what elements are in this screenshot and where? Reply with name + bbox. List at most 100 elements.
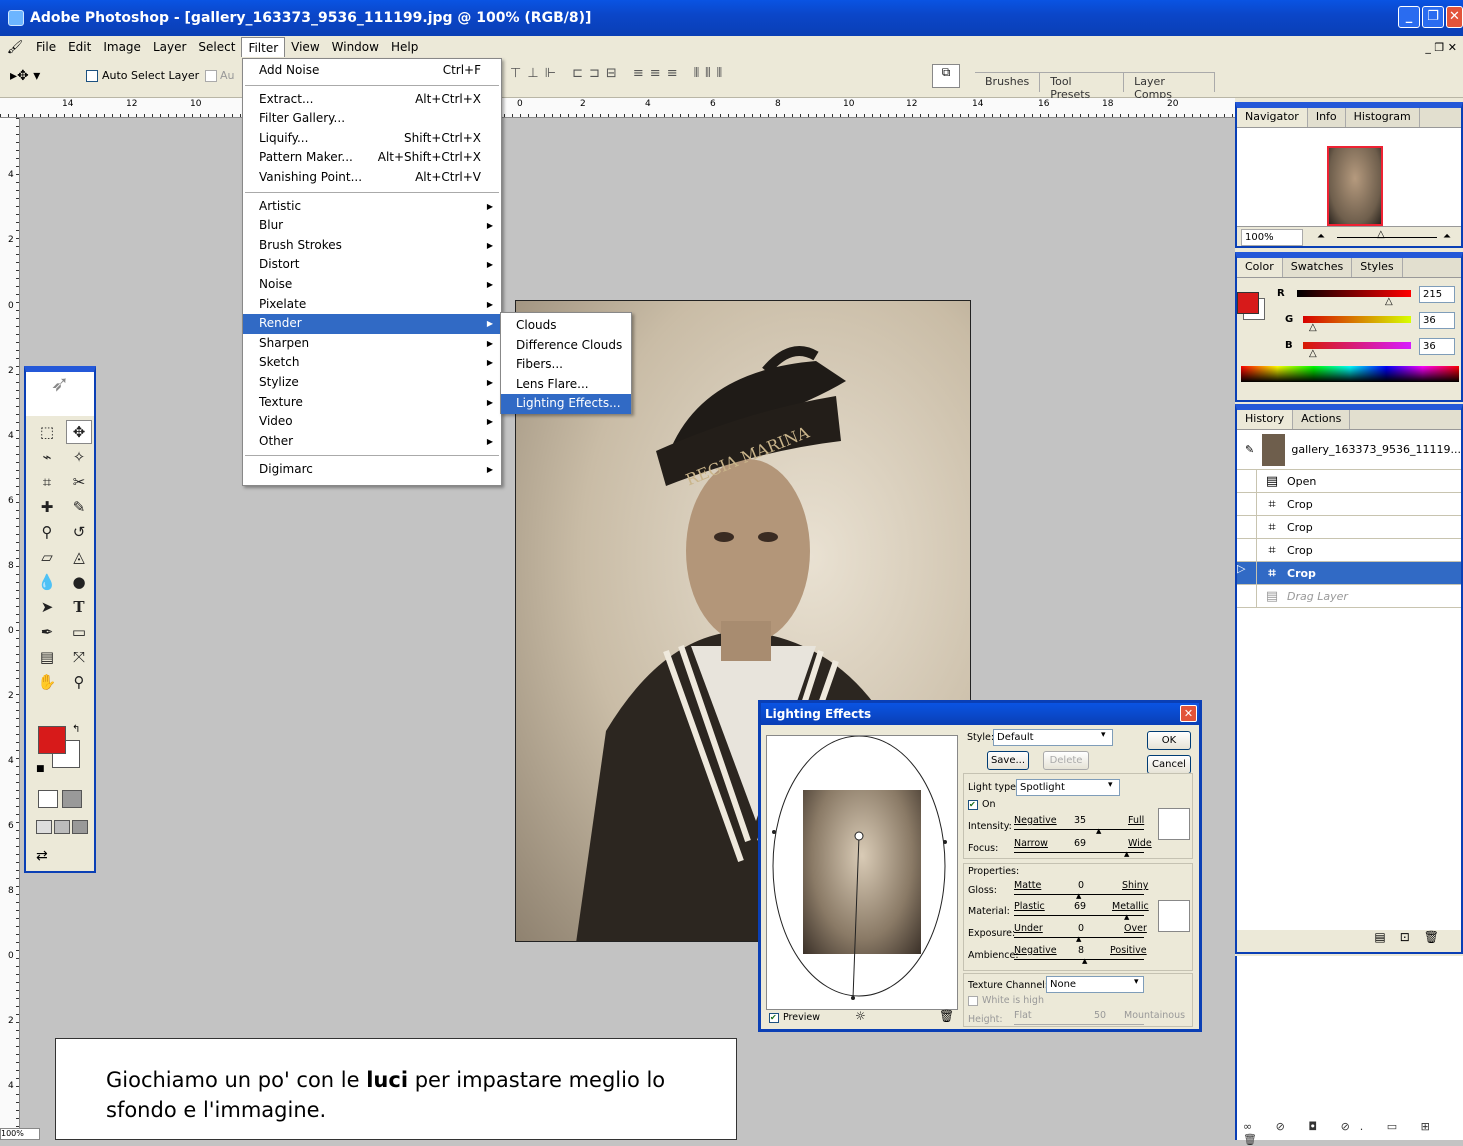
texture-dropdown-icon[interactable]: ▾ bbox=[1134, 977, 1139, 987]
tab-histogram[interactable]: Histogram bbox=[1346, 108, 1420, 127]
hand-tool-icon[interactable]: ✋ bbox=[34, 670, 60, 694]
palette-well-icon[interactable]: ⧉ bbox=[932, 64, 960, 88]
light-type-dropdown-icon[interactable]: ▾ bbox=[1108, 780, 1113, 790]
default-colors-icon[interactable]: ■ bbox=[36, 764, 45, 774]
tab-navigator[interactable]: Navigator bbox=[1237, 108, 1308, 127]
white-is-high-checkbox[interactable] bbox=[968, 996, 978, 1006]
delete-style-button[interactable]: Delete bbox=[1043, 751, 1089, 770]
menu-layer[interactable]: Layer bbox=[147, 37, 192, 57]
menu-item-sketch[interactable]: Sketch ▶ bbox=[243, 353, 501, 373]
new-light-icon[interactable]: ☼ bbox=[855, 1009, 866, 1023]
eyedropper-icon[interactable]: ⤧ bbox=[66, 645, 92, 669]
focus-thumb[interactable]: ▲ bbox=[1124, 850, 1129, 858]
ok-button[interactable]: OK bbox=[1147, 731, 1191, 750]
material-thumb[interactable]: ▲ bbox=[1124, 913, 1129, 921]
light-type-select[interactable]: Spotlight bbox=[1016, 779, 1120, 796]
menu-item-pixelate[interactable]: Pixelate ▶ bbox=[243, 295, 501, 315]
tab-actions[interactable]: Actions bbox=[1293, 410, 1351, 429]
crop-tool-icon[interactable]: ⌗ bbox=[34, 470, 60, 494]
r-value-field[interactable]: 215 bbox=[1419, 286, 1455, 303]
menu-item-blur[interactable]: Blur ▶ bbox=[243, 216, 501, 236]
shape-tool-icon[interactable]: ▭ bbox=[66, 620, 92, 644]
history-item-crop-4[interactable]: ▷ ⌗ Crop bbox=[1237, 562, 1461, 585]
menu-item-clouds[interactable]: Clouds bbox=[501, 316, 631, 336]
menu-edit[interactable]: Edit bbox=[62, 37, 97, 57]
ambience-slider[interactable] bbox=[1014, 959, 1144, 960]
height-slider[interactable] bbox=[1014, 1024, 1144, 1025]
move-tool-preset-icon[interactable]: ▸✥ ▾ bbox=[10, 68, 70, 88]
menu-select[interactable]: Select bbox=[192, 37, 241, 57]
history-item-crop-1[interactable]: ⌗ Crop bbox=[1237, 493, 1461, 516]
gloss-thumb[interactable]: ▲ bbox=[1076, 892, 1081, 900]
path-selection-icon[interactable]: ➤ bbox=[34, 595, 60, 619]
menu-item-stylize[interactable]: Stylize ▶ bbox=[243, 373, 501, 393]
zoom-field[interactable]: 100% bbox=[1241, 229, 1303, 246]
ambience-thumb[interactable]: ▲ bbox=[1082, 957, 1087, 965]
zoom-out-icon[interactable]: ⏶ bbox=[1317, 231, 1325, 242]
menu-item-render[interactable]: Render ▶ bbox=[243, 314, 501, 334]
light-on-checkbox[interactable]: ✔ bbox=[968, 800, 978, 810]
history-footer-icons[interactable]: ▤⊡🗑 bbox=[1237, 930, 1461, 952]
paint-bucket-icon[interactable]: ◬ bbox=[66, 545, 92, 569]
save-style-button[interactable]: Save... bbox=[987, 751, 1029, 770]
navigator-thumbnail[interactable] bbox=[1327, 146, 1383, 226]
notes-tool-icon[interactable]: ▤ bbox=[34, 645, 60, 669]
g-slider-thumb[interactable]: △ bbox=[1309, 322, 1317, 333]
pen-tool-icon[interactable]: ✒ bbox=[34, 620, 60, 644]
tab-color[interactable]: Color bbox=[1237, 258, 1283, 277]
blur-tool-icon[interactable]: 💧 bbox=[34, 570, 60, 594]
menu-item-video[interactable]: Video ▶ bbox=[243, 412, 501, 432]
b-slider[interactable] bbox=[1303, 342, 1411, 349]
history-item-drag-layer[interactable]: ▤ Drag Layer bbox=[1237, 585, 1461, 608]
menu-help[interactable]: Help bbox=[385, 37, 424, 57]
minimize-button[interactable]: _ bbox=[1398, 6, 1420, 28]
light-color-swatch[interactable] bbox=[1158, 808, 1190, 840]
menu-item-distort[interactable]: Distort ▶ bbox=[243, 255, 501, 275]
history-snapshot[interactable]: gallery_163373_9536_11119... bbox=[1291, 443, 1461, 456]
exposure-thumb[interactable]: ▲ bbox=[1076, 935, 1081, 943]
menu-item-lighting-effects[interactable]: Lighting Effects... bbox=[501, 394, 631, 414]
brush-tool-icon[interactable]: ✎ bbox=[66, 495, 92, 519]
zoom-in-icon[interactable]: ⏶ bbox=[1443, 231, 1451, 242]
lasso-tool-icon[interactable]: ⌁ bbox=[34, 445, 60, 469]
jump-to-imageready-icon[interactable]: ⇄ bbox=[36, 848, 48, 864]
type-tool-icon[interactable]: T bbox=[66, 595, 92, 619]
menu-item-extract[interactable]: Extract... Alt+Ctrl+X bbox=[243, 90, 501, 110]
standard-mode-icon[interactable] bbox=[38, 790, 58, 808]
quick-mask-icon[interactable] bbox=[62, 790, 82, 808]
menu-item-vanishing-point[interactable]: Vanishing Point... Alt+Ctrl+V bbox=[243, 168, 501, 188]
foreground-color-swatch[interactable] bbox=[38, 726, 66, 754]
dodge-tool-icon[interactable]: ● bbox=[66, 570, 92, 594]
restore-button[interactable]: ❐ bbox=[1422, 6, 1444, 28]
healing-brush-icon[interactable]: ✚ bbox=[34, 495, 60, 519]
style-dropdown-icon[interactable]: ▾ bbox=[1101, 730, 1106, 740]
menu-item-fibers[interactable]: Fibers... bbox=[501, 355, 631, 375]
zoom-tool-icon[interactable]: ⚲ bbox=[66, 670, 92, 694]
b-value-field[interactable]: 36 bbox=[1419, 338, 1455, 355]
screen-mode-full-icon[interactable] bbox=[72, 820, 88, 834]
well-tab-layer-comps[interactable]: Layer Comps bbox=[1124, 73, 1215, 101]
intensity-thumb[interactable]: ▲ bbox=[1096, 827, 1101, 835]
menu-file[interactable]: File bbox=[30, 37, 62, 57]
menu-view[interactable]: View bbox=[285, 37, 325, 57]
style-select[interactable]: Default bbox=[993, 729, 1113, 746]
ambient-color-swatch[interactable] bbox=[1158, 900, 1190, 932]
delete-light-icon[interactable]: 🗑 bbox=[939, 1009, 954, 1023]
lighting-preview-area[interactable] bbox=[766, 735, 958, 1010]
menu-item-lens-flare[interactable]: Lens Flare... bbox=[501, 375, 631, 395]
slice-tool-icon[interactable]: ✂ bbox=[66, 470, 92, 494]
photoshop-app-icon[interactable] bbox=[8, 10, 24, 26]
r-slider-thumb[interactable]: △ bbox=[1385, 296, 1393, 307]
menu-item-filter-gallery[interactable]: Filter Gallery... bbox=[243, 109, 501, 129]
screen-mode-standard-icon[interactable] bbox=[36, 820, 52, 834]
screen-mode-full-menu-icon[interactable] bbox=[54, 820, 70, 834]
tab-swatches[interactable]: Swatches bbox=[1283, 258, 1353, 277]
clone-stamp-icon[interactable]: ⚲ bbox=[34, 520, 60, 544]
history-brush-icon[interactable]: ↺ bbox=[66, 520, 92, 544]
intensity-slider[interactable] bbox=[1014, 829, 1144, 830]
spotlight-ellipse[interactable] bbox=[767, 736, 959, 1011]
g-value-field[interactable]: 36 bbox=[1419, 312, 1455, 329]
history-brush-source-icon[interactable]: ✎ bbox=[1237, 443, 1262, 456]
preview-checkbox[interactable]: ✔ bbox=[769, 1013, 779, 1023]
magic-wand-icon[interactable]: ✧ bbox=[66, 445, 92, 469]
